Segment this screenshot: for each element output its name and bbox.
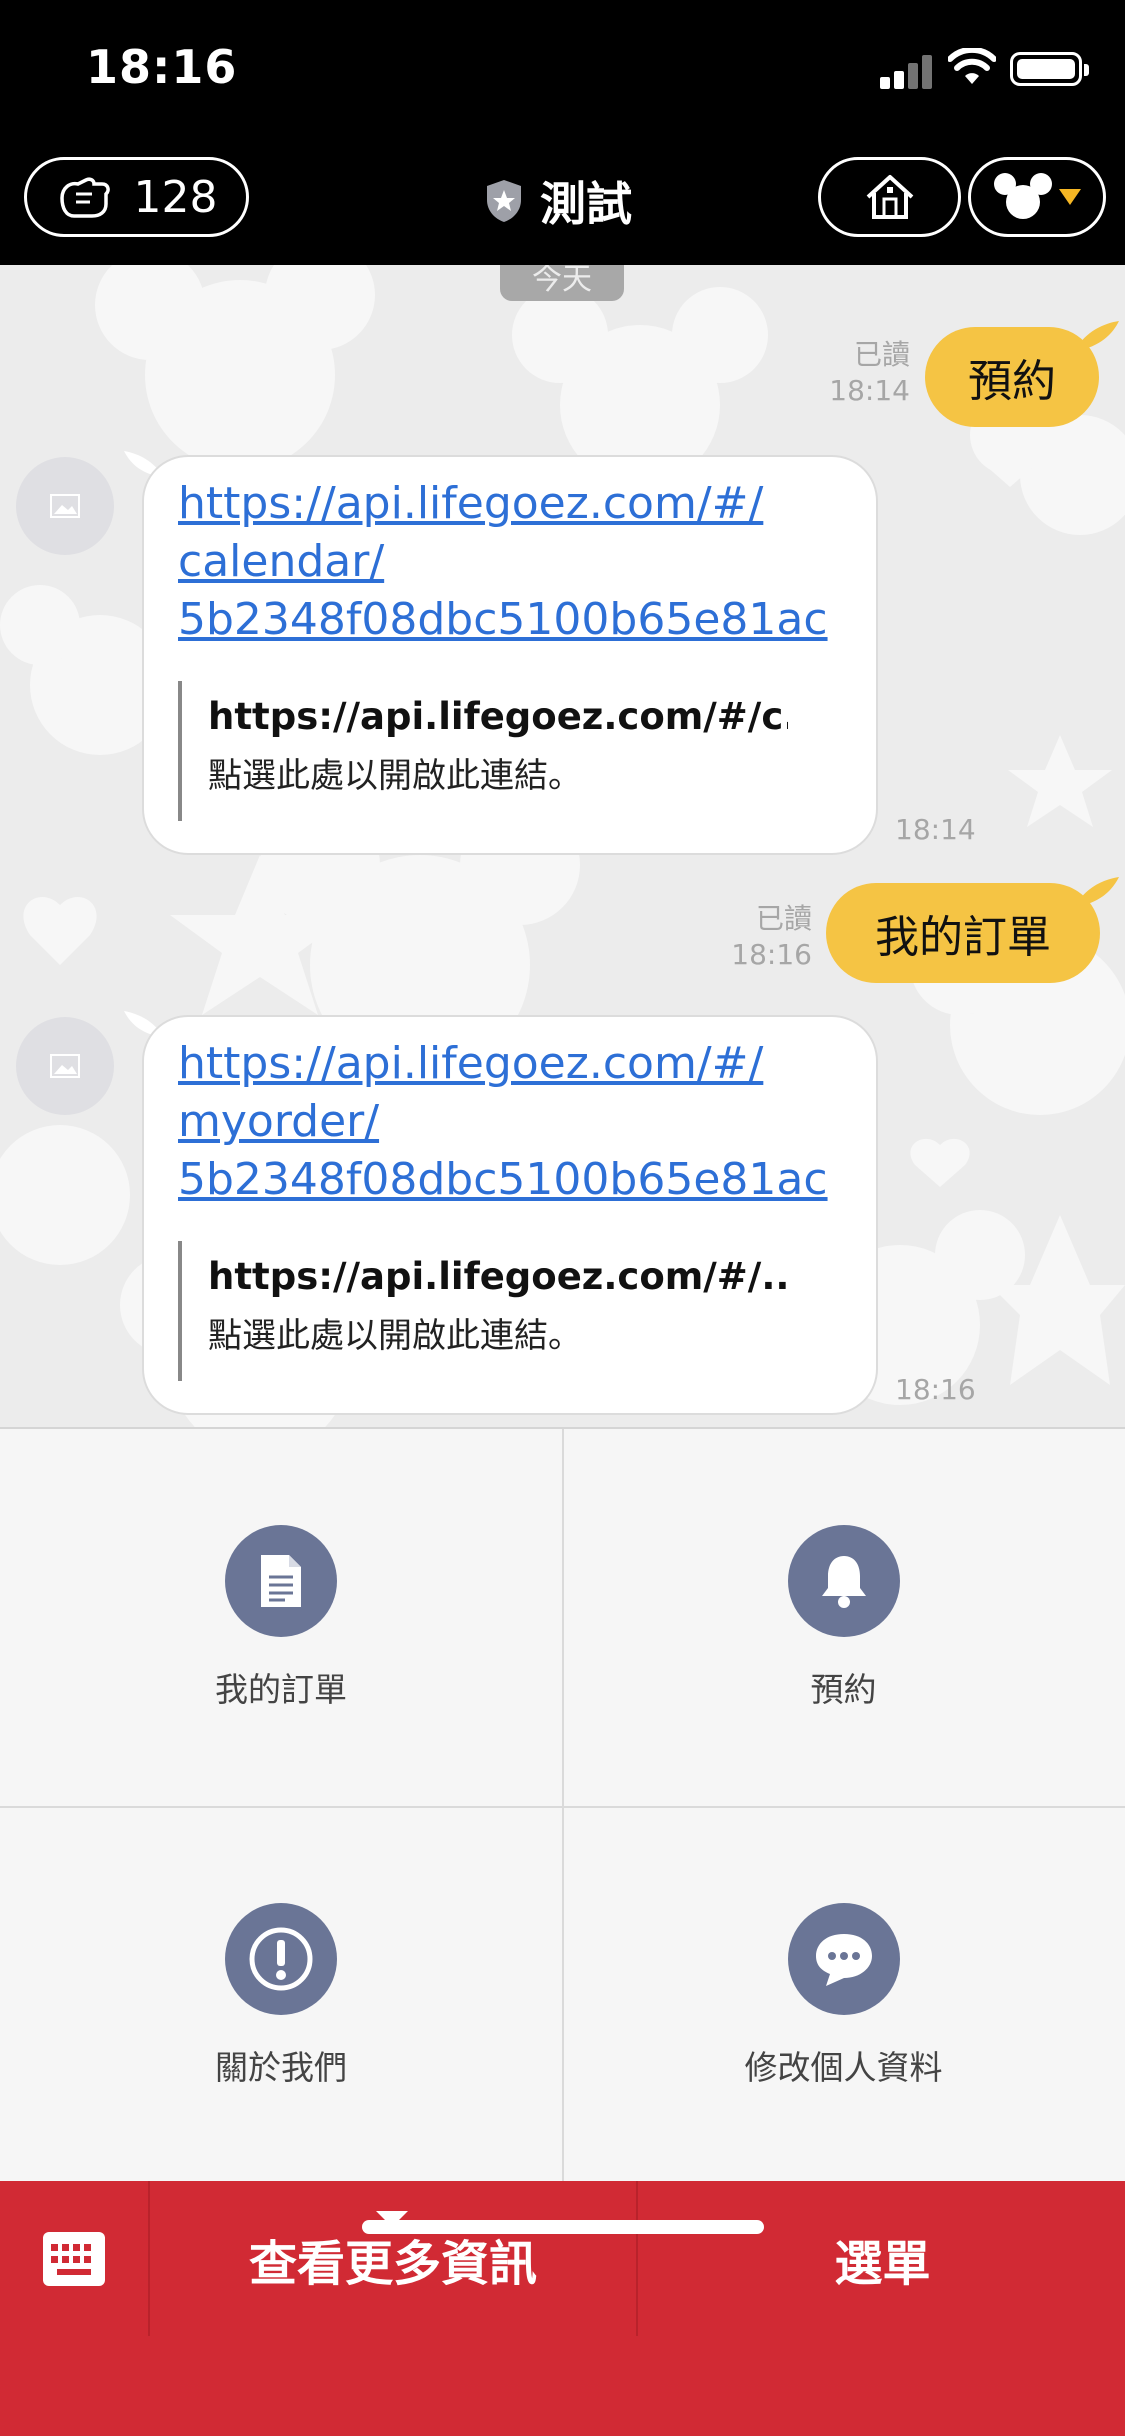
link-preview-subtitle: 點選此處以開啟此連結。 [208,756,582,796]
message-time: 18:16 [731,938,812,971]
link-preview[interactable]: https://api.lifegoez.com/#/c... 點選此處以開啟此… [178,681,788,821]
image-placeholder-icon [50,1054,80,1078]
message-text: 我的訂單 [875,912,1051,963]
home-icon [866,175,913,219]
menu-item-my-orders[interactable]: 我的訂單 [0,1429,562,1806]
image-placeholder-icon [50,494,80,518]
chat-title: 測試 [484,168,632,234]
menu-button-label: 選單 [834,2235,931,2292]
message-link[interactable]: https://api.lifegoez.com/#/ calendar/ 5b… [178,475,828,649]
incoming-link-bubble[interactable]: https://api.lifegoez.com/#/ myorder/ 5b2… [142,1015,878,1415]
chat-title-text: 測試 [540,177,632,231]
document-icon [225,1524,337,1637]
home-indicator[interactable] [362,2220,764,2234]
menu-button[interactable]: 選單 [640,2181,1125,2336]
keyboard-button[interactable] [0,2181,150,2336]
more-info-button[interactable]: 查看更多資訊 [150,2181,638,2336]
keyboard-icon [43,2231,105,2286]
message-link[interactable]: https://api.lifegoez.com/#/ myorder/ 5b2… [178,1035,828,1209]
menu-item-label: 關於我們 [215,2047,347,2087]
caret-down-icon [1059,189,1081,205]
coin-count: 128 [133,171,218,223]
home-button[interactable] [818,157,961,237]
status-time: 18:16 [86,40,238,94]
bubble-tail [1075,877,1119,907]
shield-icon [487,180,521,222]
mickey-theme-dropdown[interactable] [968,157,1106,237]
chat-area[interactable]: 今天 已讀 18:14 預約 https://api.lifegoez.com/… [0,265,1125,1427]
menu-item-label: 我的訂單 [215,1669,347,1709]
mickey-head-icon [994,173,1052,219]
link-preview-title: https://api.lifegoez.com/#/... [208,1255,788,1298]
avatar[interactable] [16,1017,114,1115]
menu-item-about-us[interactable]: 關於我們 [0,1808,562,2183]
link-preview[interactable]: https://api.lifegoez.com/#/... 點選此處以開啟此連… [178,1241,788,1381]
message-meta: 已讀 18:16 [700,901,812,973]
read-receipt: 已讀 [755,902,812,935]
coin-counter-button[interactable]: 128 [24,157,249,237]
bubble-tail [1075,321,1119,351]
more-info-label: 查看更多資訊 [248,2235,537,2292]
message-meta: 已讀 18:14 [800,337,910,409]
incoming-link-bubble[interactable]: https://api.lifegoez.com/#/ calendar/ 5b… [142,455,878,855]
avatar[interactable] [16,457,114,555]
outgoing-message-bubble[interactable]: 我的訂單 [826,883,1100,983]
menu-item-label: 修改個人資料 [744,2047,943,2087]
outgoing-message-bubble[interactable]: 預約 [925,327,1099,427]
link-preview-title: https://api.lifegoez.com/#/c... [208,695,788,738]
message-text: 預約 [968,356,1056,407]
menu-item-edit-profile[interactable]: 修改個人資料 [562,1808,1125,2183]
date-separator: 今天 [500,265,624,301]
message-time: 18:16 [895,1373,976,1406]
info-exclamation-icon [225,1902,337,2015]
rich-menu: 我的訂單 預約 關於我們 修改個人資料 [0,1427,1125,2183]
message-time: 18:14 [895,813,976,846]
wifi-icon [948,48,996,84]
cellular-signal-icon [880,55,932,89]
top-bar: 18:16 128 測試 [0,0,1125,265]
menu-item-reservation[interactable]: 預約 [562,1429,1125,1806]
menu-item-label: 預約 [810,1669,877,1709]
chat-bubble-icon [787,1902,900,2015]
bell-icon [787,1524,900,1637]
glove-hand-icon [59,177,110,218]
link-preview-subtitle: 點選此處以開啟此連結。 [208,1316,582,1356]
battery-icon [1010,52,1089,86]
read-receipt: 已讀 [853,338,910,371]
message-time: 18:14 [829,374,910,407]
